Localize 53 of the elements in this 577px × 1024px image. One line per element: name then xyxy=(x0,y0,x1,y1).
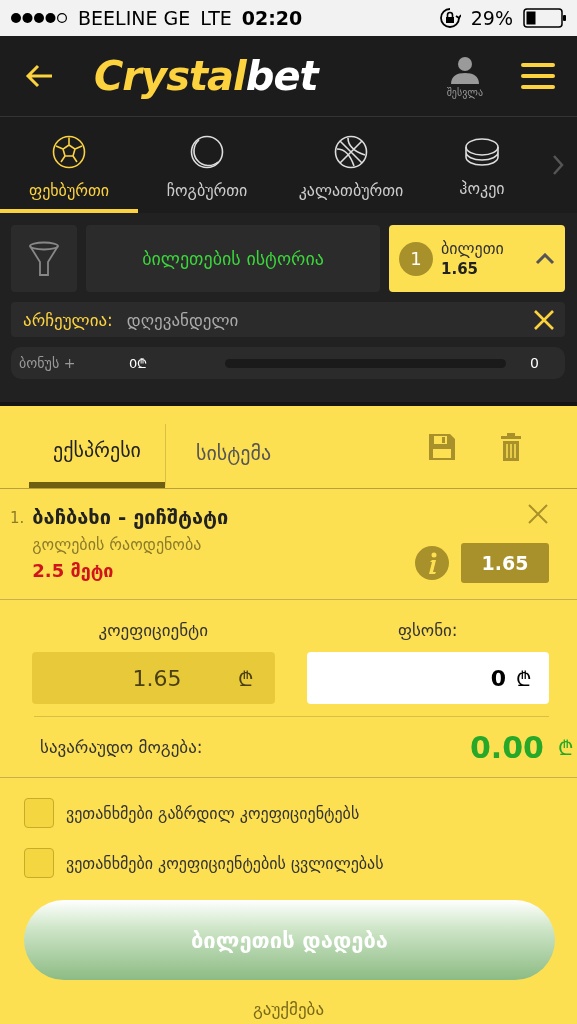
rotation-lock-icon xyxy=(438,7,461,29)
bonus-reading: 0 xyxy=(530,355,539,371)
funnel-icon xyxy=(28,240,60,277)
bonus-label: ბონუს + xyxy=(19,355,77,371)
stake-label: ფსონი: xyxy=(396,620,459,642)
filter-label: არჩეულია: xyxy=(23,309,113,330)
carrier-name: BEELINE GE xyxy=(78,7,191,29)
checkbox-label: ვეთანხმები კოეფიციენტების ცვლილებას xyxy=(66,853,384,873)
network-type: LTE xyxy=(200,7,232,29)
save-icon[interactable] xyxy=(429,434,455,460)
back-arrow-icon[interactable] xyxy=(24,63,54,89)
bonus-amount: 0₾ xyxy=(129,355,149,372)
cancel-link[interactable]: გაუქმება xyxy=(246,998,331,1020)
bet-type-tab[interactable]: სისტემა xyxy=(165,424,325,488)
pick-name: 2.5 მეტი xyxy=(32,560,115,581)
hockey-puck-icon xyxy=(464,136,500,167)
login-button[interactable]: შესვლა xyxy=(446,54,483,98)
total-odds-box: 1.65 ₾ xyxy=(32,652,275,704)
match-name: ბაჩბახი - ეიჩშტატი xyxy=(32,505,230,529)
signal-icon xyxy=(10,12,68,24)
filter-button[interactable] xyxy=(11,225,77,292)
potential-win-value: 0.00 xyxy=(469,729,544,765)
clock: 02:20 xyxy=(241,7,303,29)
ticket-label: ბილეთი xyxy=(441,239,505,258)
sport-tab[interactable]: ჰოკეი xyxy=(426,117,538,213)
ticket-odds: 1.65 xyxy=(441,260,479,278)
checkbox[interactable] xyxy=(24,848,54,878)
user-icon xyxy=(449,54,480,85)
potential-win-label: სავარაუდო მოგება: xyxy=(40,737,204,757)
logo: Crystalbet xyxy=(94,53,318,99)
battery-percent: 29% xyxy=(470,7,513,29)
currency-sign: ₾ xyxy=(558,734,573,761)
menu-icon[interactable] xyxy=(521,62,555,90)
market-name: გოლების რაოდენობა xyxy=(32,535,203,554)
chevron-right-icon[interactable] xyxy=(552,154,564,176)
info-icon[interactable] xyxy=(415,546,449,580)
checkbox-label: ვეთანხმები გაზრდილ კოეფიციენტებს xyxy=(66,803,360,823)
filter-value: დღევანდელი xyxy=(126,309,240,330)
sport-tab[interactable]: კალათბურთი xyxy=(276,117,426,213)
odds-label: კოეფიციენტი xyxy=(97,620,209,642)
bet-type-tab[interactable]: ექსპრესი xyxy=(29,406,165,488)
tennis-ball-icon xyxy=(190,134,224,169)
checkbox[interactable] xyxy=(24,798,54,828)
battery-icon xyxy=(523,8,567,28)
sport-tab[interactable]: ჩოგბურთი xyxy=(138,117,276,213)
football-icon xyxy=(52,134,86,169)
trash-icon[interactable] xyxy=(501,433,521,461)
selection-number: 1. xyxy=(10,508,25,527)
ticket-button[interactable]: 1 ბილეთი 1.65 xyxy=(389,225,565,292)
ticket-count-badge: 1 xyxy=(399,241,433,276)
ticket-history-button[interactable]: ბილეთების ისტორია xyxy=(86,225,380,292)
basketball-icon xyxy=(334,134,368,169)
stake-input-field[interactable]: 0 ₾ xyxy=(306,652,549,704)
